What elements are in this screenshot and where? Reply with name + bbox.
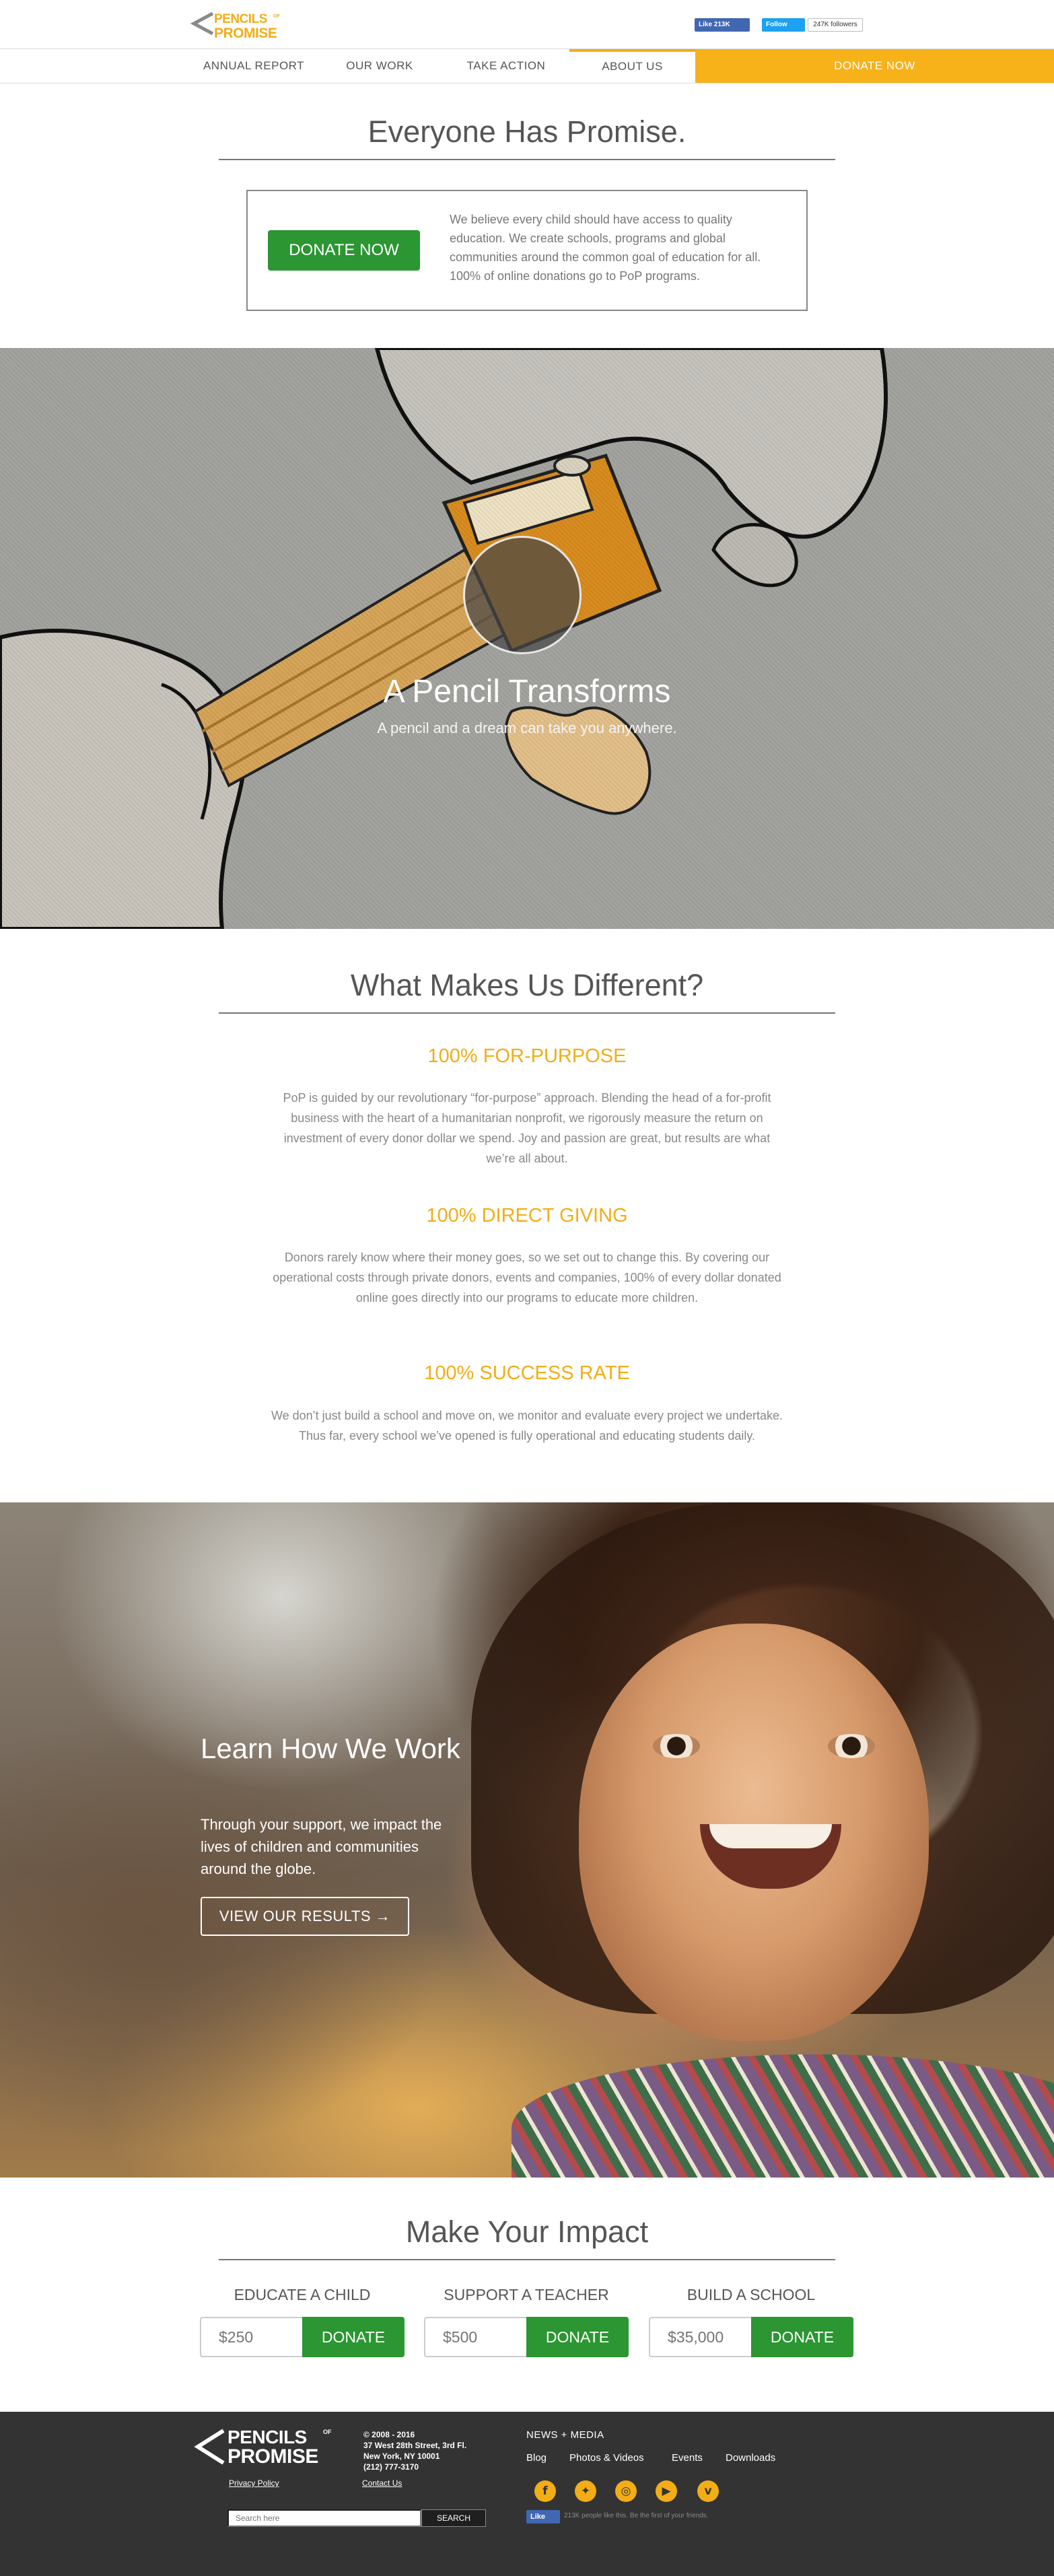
site-header: PENCILS OF PROMISE Like 213K Follow 247K… xyxy=(0,0,1054,48)
diff-text-success-rate: We don’t just build a school and move on… xyxy=(271,1409,783,1442)
video-subtitle: A pencil and a dream can take you anywhe… xyxy=(377,720,677,736)
intro-box: DONATE NOW We believe every child should… xyxy=(246,190,808,311)
nav-item-about-us[interactable]: ABOUT US xyxy=(569,49,695,83)
diff-text-direct-giving: Donors rarely know where their money goe… xyxy=(273,1251,781,1304)
intro-divider xyxy=(219,159,835,160)
footer-facebook-like-button[interactable]: Like xyxy=(526,2510,560,2523)
diff-heading-direct-giving: 100% DIRECT GIVING xyxy=(426,1205,628,1226)
diff-heading-for-purpose: 100% FOR-PURPOSE xyxy=(427,1045,627,1067)
donate-button-build-school[interactable]: DONATE xyxy=(751,2317,853,2357)
facebook-icon[interactable]: f xyxy=(534,2480,556,2502)
donate-button-educate-child[interactable]: DONATE xyxy=(302,2317,405,2357)
site-footer: PENCILS OF PROMISE Privacy Policy Contac… xyxy=(0,2412,1054,2576)
view-results-button[interactable]: VIEW OUR RESULTS → xyxy=(201,1897,409,1936)
girl-photo-teeth xyxy=(709,1824,832,1848)
footer-logo-text-of: OF xyxy=(323,2429,332,2435)
diff-heading-success-rate: 100% SUCCESS RATE xyxy=(424,1362,630,1384)
footer-search-button[interactable]: SEARCH xyxy=(421,2509,486,2527)
footer-search-input[interactable] xyxy=(227,2509,421,2527)
logo-chevron-icon xyxy=(190,11,214,36)
learn-section: Learn How We Work Through your support, … xyxy=(0,1502,1054,2178)
main-nav: ANNUAL REPORT OUR WORK TAKE ACTION ABOUT… xyxy=(0,48,1054,83)
twitter-follow-button[interactable]: Follow xyxy=(762,18,805,32)
intro-text: We believe every child should have acces… xyxy=(450,213,761,283)
amount-input-support-teacher[interactable] xyxy=(424,2317,526,2357)
impact-divider xyxy=(219,2259,835,2260)
nav-item-our-work[interactable]: OUR WORK xyxy=(327,49,432,83)
amount-input-educate-child[interactable] xyxy=(200,2317,302,2357)
nav-item-annual-report[interactable]: ANNUAL REPORT xyxy=(190,49,318,83)
learn-title: Learn How We Work xyxy=(201,1733,460,1764)
girl-photo-eye-left xyxy=(653,1734,700,1758)
twitter-followers-count: 247K followers xyxy=(808,18,863,32)
instagram-icon[interactable]: ◎ xyxy=(615,2480,637,2502)
news-media-title: NEWS + MEDIA xyxy=(526,2429,604,2441)
girl-photo-eye-right xyxy=(828,1734,875,1758)
privacy-policy-link[interactable]: Privacy Policy xyxy=(229,2478,279,2488)
footer-city: New York, NY 10001 xyxy=(363,2451,440,2461)
diff-text-for-purpose: PoP is guided by our revolutionary “for-… xyxy=(283,1091,771,1165)
impact-label-educate-child: EDUCATE A CHILD xyxy=(234,2286,371,2303)
different-divider xyxy=(219,1012,835,1014)
footer-logo[interactable]: PENCILS OF PROMISE xyxy=(192,2427,334,2468)
site-logo[interactable]: PENCILS OF PROMISE xyxy=(190,8,284,41)
amount-input-build-school[interactable] xyxy=(649,2317,751,2357)
impact-label-support-teacher: SUPPORT A TEACHER xyxy=(444,2286,609,2303)
intro-title: Everyone Has Promise. xyxy=(367,114,687,149)
nav-donate-button[interactable]: DONATE NOW xyxy=(695,49,1054,83)
footer-copyright: © 2008 - 2016 xyxy=(363,2430,415,2439)
girl-photo-shirt xyxy=(512,2054,1054,2178)
footer-phone: (212) 777-3170 xyxy=(363,2462,419,2472)
footer-link-blog[interactable]: Blog xyxy=(526,2452,547,2464)
logo-text-promise: PROMISE xyxy=(214,26,277,41)
footer-address: © 2008 - 2016 37 West 28th Street, 3rd F… xyxy=(363,2429,466,2472)
play-button[interactable] xyxy=(463,536,582,654)
logo-text-of: OF xyxy=(273,14,280,19)
youtube-icon[interactable]: ▶ xyxy=(656,2480,677,2502)
intro-donate-button[interactable]: DONATE NOW xyxy=(268,230,420,271)
twitter-icon[interactable]: ✦ xyxy=(575,2480,596,2502)
impact-title: Make Your Impact xyxy=(405,2215,649,2249)
logo-text-pencils: PENCILS xyxy=(214,12,267,26)
footer-street: 37 West 28th Street, 3rd Fl. xyxy=(363,2441,467,2450)
footer-link-events[interactable]: Events xyxy=(672,2452,703,2464)
footer-link-photos-videos[interactable]: Photos & Videos xyxy=(569,2452,644,2464)
footer-link-downloads[interactable]: Downloads xyxy=(726,2452,775,2464)
donate-button-support-teacher[interactable]: DONATE xyxy=(526,2317,629,2357)
impact-label-build-school: BUILD A SCHOOL xyxy=(687,2286,816,2303)
video-title: A Pencil Transforms xyxy=(383,674,671,709)
footer-facebook-like-text: 213K people like this. Be the first of y… xyxy=(564,2512,709,2519)
footer-logo-chevron-icon xyxy=(194,2429,225,2465)
footer-logo-text-promise: PROMISE xyxy=(227,2445,318,2468)
different-title: What Makes Us Different? xyxy=(350,968,704,1002)
vimeo-icon[interactable]: v xyxy=(697,2480,719,2502)
facebook-like-button[interactable]: Like 213K xyxy=(695,18,750,32)
nav-item-take-action[interactable]: TAKE ACTION xyxy=(450,49,563,83)
learn-text: Through your support, we impact the live… xyxy=(201,1816,442,1877)
video-hero[interactable]: A Pencil Transforms A pencil and a dream… xyxy=(0,348,1054,929)
contact-us-link[interactable]: Contact Us xyxy=(362,2478,402,2488)
